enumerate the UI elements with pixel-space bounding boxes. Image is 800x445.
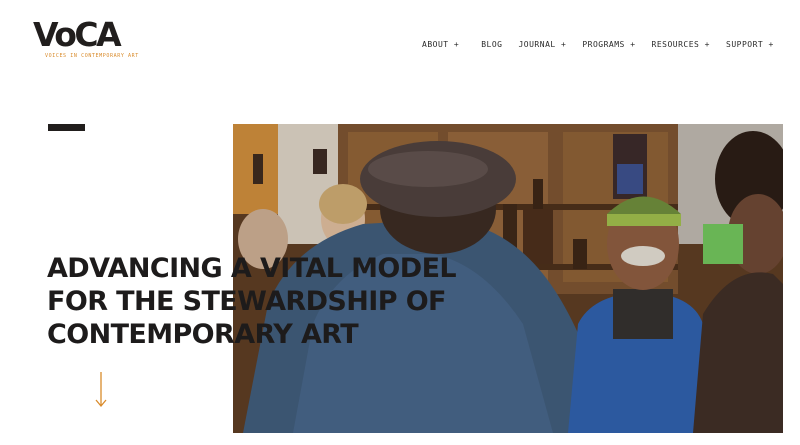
- nav-item-journal[interactable]: JOURNAL +: [518, 40, 566, 49]
- main-nav: ABOUT + BLOG JOURNAL + PROGRAMS + RESOUR…: [422, 40, 774, 49]
- headline-line-2: FOR THE STEWARDSHIP OF: [47, 286, 447, 317]
- nav-item-support[interactable]: SUPPORT +: [726, 40, 774, 49]
- hero-headline: ADVANCING A VITAL MODEL FOR THE STEWARDS…: [47, 252, 567, 351]
- logo-wordmark: VoCA: [33, 15, 122, 54]
- logo-tagline: VOICES IN CONTEMPORARY ART: [45, 53, 139, 59]
- nav-item-resources[interactable]: RESOURCES +: [652, 40, 710, 49]
- nav-item-about[interactable]: ABOUT +: [422, 40, 459, 49]
- logo[interactable]: VoCA VOICES IN CONTEMPORARY ART: [33, 18, 139, 59]
- headline-line-1: ADVANCING A VITAL MODEL: [47, 253, 457, 284]
- nav-item-blog[interactable]: BLOG: [481, 40, 502, 49]
- arrow-down-icon[interactable]: [95, 372, 107, 408]
- accent-bar: [48, 124, 85, 131]
- nav-item-programs[interactable]: PROGRAMS +: [582, 40, 635, 49]
- headline-line-3: CONTEMPORARY ART: [47, 319, 359, 350]
